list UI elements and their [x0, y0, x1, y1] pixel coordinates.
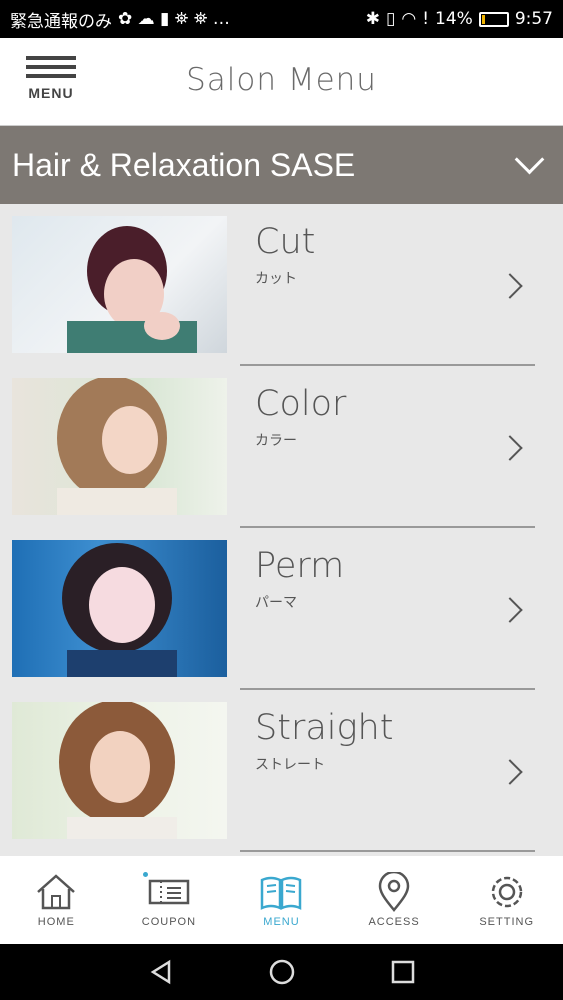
menu-item-title: Cut — [255, 222, 316, 262]
bottom-tab-bar: HOME COUPON MENU ACCESS SETTING — [0, 856, 563, 944]
recents-icon[interactable] — [389, 958, 417, 986]
home-icon — [37, 874, 76, 910]
battery-percent: 14% — [435, 9, 473, 29]
chevron-right-icon — [505, 436, 527, 458]
carrier-status: 緊急通報のみ — [10, 11, 112, 32]
color-photo — [12, 378, 227, 515]
book-icon — [261, 876, 302, 910]
menu-item-subtitle: ストレート — [255, 757, 325, 773]
tab-access[interactable]: ACCESS — [338, 856, 451, 944]
tab-menu[interactable]: MENU — [225, 856, 338, 944]
perm-photo — [12, 540, 227, 677]
battery-icon — [478, 11, 509, 27]
chevron-right-icon — [505, 760, 527, 782]
notification-dot — [142, 872, 148, 877]
chevron-right-icon — [505, 274, 527, 296]
notification-icons: ✿ ☁ ▮ ⛯ ⛯ … — [118, 9, 230, 29]
salon-name: Hair & Relaxation SASE — [12, 146, 356, 183]
tab-label: MENU — [263, 916, 300, 928]
alert-icon: ! — [422, 9, 430, 29]
back-icon[interactable] — [147, 958, 175, 986]
home-nav-icon[interactable] — [268, 958, 296, 986]
menu-item-title: Perm — [255, 546, 345, 586]
chevron-right-icon — [505, 598, 527, 620]
tab-label: COUPON — [141, 916, 197, 928]
wifi-icon: ◠ — [401, 9, 417, 29]
clock: 9:57 — [514, 9, 553, 29]
app-header: MENU Salon Menu — [0, 38, 563, 126]
menu-item-subtitle: パーマ — [255, 595, 297, 611]
system-nav-bar — [0, 944, 563, 1000]
tab-setting[interactable]: SETTING — [450, 856, 563, 944]
bluetooth-icon: ✱ — [365, 9, 380, 29]
menu-item-perm[interactable]: Perm パーマ — [0, 528, 563, 690]
menu-item-color[interactable]: Color カラー — [0, 366, 563, 528]
menu-item-title: Straight — [255, 708, 394, 748]
tab-coupon[interactable]: COUPON — [113, 856, 226, 944]
page-title: Salon Menu — [186, 62, 377, 98]
tab-home[interactable]: HOME — [0, 856, 113, 944]
menu-item-subtitle: カラー — [255, 433, 297, 449]
coupon-icon — [148, 879, 190, 905]
divider — [240, 850, 535, 852]
status-bar: 緊急通報のみ ✿ ☁ ▮ ⛯ ⛯ … ✱ ▯ ◠ ! 14% 9:57 — [0, 0, 563, 38]
menu-item-subtitle: カット — [255, 271, 297, 287]
hamburger-icon — [26, 56, 76, 60]
chevron-down-icon — [511, 145, 551, 185]
straight-photo — [12, 702, 227, 839]
vibrate-icon: ▯ — [385, 9, 396, 29]
salon-selector[interactable]: Hair & Relaxation SASE — [0, 126, 563, 204]
menu-item-straight[interactable]: Straight ストレート — [0, 690, 563, 852]
tab-label: SETTING — [479, 916, 534, 928]
menu-item-title: Color — [255, 384, 347, 424]
menu-item-cut[interactable]: Cut カット — [0, 204, 563, 366]
battery-fill — [481, 14, 486, 24]
gear-icon — [491, 876, 522, 908]
menu-list: Cut カット Color カラー Perm パーマ Straight ストレー… — [0, 204, 563, 856]
cut-photo — [12, 216, 227, 353]
map-pin-icon — [378, 872, 410, 912]
tab-label: ACCESS — [368, 916, 420, 928]
tab-label: HOME — [37, 916, 75, 928]
